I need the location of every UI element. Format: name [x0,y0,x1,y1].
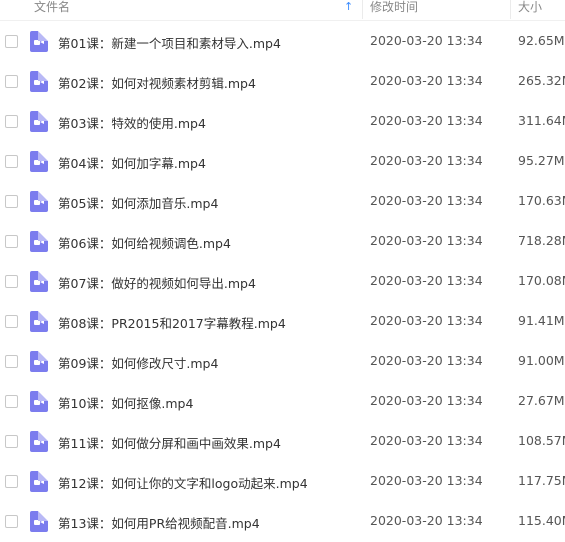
file-mtime: 2020-03-20 13:34 [370,473,483,488]
file-row[interactable]: 第09课：如何修改尺寸.mp4 2020-03-20 13:34 91.00M [0,342,565,382]
file-row[interactable]: 第08课：PR2015和2017字幕教程.mp4 2020-03-20 13:34… [0,302,565,342]
video-file-icon [30,31,48,52]
file-name[interactable]: 第01课：新建一个项目和素材导入.mp4 [58,33,281,52]
row-checkbox[interactable] [5,475,18,488]
column-divider[interactable] [510,0,511,19]
column-header-name[interactable]: 文件名 [34,0,70,14]
column-header-size[interactable]: 大小 [518,0,542,14]
file-mtime: 2020-03-20 13:34 [370,433,483,448]
file-name[interactable]: 第11课：如何做分屏和画中画效果.mp4 [58,433,281,452]
file-name[interactable]: 第03课：特效的使用.mp4 [58,113,206,132]
video-file-icon [30,271,48,292]
file-row[interactable]: 第11课：如何做分屏和画中画效果.mp4 2020-03-20 13:34 108.… [0,422,565,462]
file-size: 91.41M [518,313,565,328]
file-row[interactable]: 第07课：做好的视频如何导出.mp4 2020-03-20 13:34 170.08… [0,262,565,302]
file-mtime: 2020-03-20 13:34 [370,233,483,248]
video-file-icon [30,111,48,132]
file-row[interactable]: 第01课：新建一个项目和素材导入.mp4 2020-03-20 13:34 92.6… [0,22,565,62]
row-checkbox[interactable] [5,435,18,448]
file-list-header: 文件名 ↑ 修改时间 大小 [0,0,565,21]
file-row[interactable]: 第05课：如何添加音乐.mp4 2020-03-20 13:34 170.63M [0,182,565,222]
video-file-icon [30,431,48,452]
row-checkbox[interactable] [5,395,18,408]
file-mtime: 2020-03-20 13:34 [370,193,483,208]
file-row[interactable]: 第03课：特效的使用.mp4 2020-03-20 13:34 311.64M [0,102,565,142]
file-mtime: 2020-03-20 13:34 [370,153,483,168]
file-size: 117.75M [518,473,565,488]
file-size: 108.57M [518,433,565,448]
video-file-icon [30,511,48,532]
row-checkbox[interactable] [5,195,18,208]
row-checkbox[interactable] [5,235,18,248]
file-size: 311.64M [518,113,565,128]
file-size: 170.08M [518,273,565,288]
column-header-mtime[interactable]: 修改时间 [370,0,418,14]
row-checkbox[interactable] [5,275,18,288]
file-mtime: 2020-03-20 13:34 [370,513,483,528]
column-divider[interactable] [362,0,363,19]
file-name[interactable]: 第12课：如何让你的文字和logo动起来.mp4 [58,473,308,492]
file-mtime: 2020-03-20 13:34 [370,353,483,368]
file-name[interactable]: 第05课：如何添加音乐.mp4 [58,193,218,212]
file-size: 115.40M [518,513,565,528]
video-file-icon [30,351,48,372]
file-size: 91.00M [518,353,565,368]
file-name[interactable]: 第10课：如何抠像.mp4 [58,393,193,412]
video-file-icon [30,471,48,492]
file-size: 718.28M [518,233,565,248]
file-size: 27.67M [518,393,565,408]
row-checkbox[interactable] [5,155,18,168]
file-size: 170.63M [518,193,565,208]
file-size: 92.65M [518,33,565,48]
file-row[interactable]: 第02课：如何对视频素材剪辑.mp4 2020-03-20 13:34 265.32… [0,62,565,102]
video-file-icon [30,151,48,172]
video-file-icon [30,191,48,212]
video-file-icon [30,391,48,412]
file-row[interactable]: 第04课：如何加字幕.mp4 2020-03-20 13:34 95.27M [0,142,565,182]
row-checkbox[interactable] [5,35,18,48]
file-name[interactable]: 第06课：如何给视频调色.mp4 [58,233,231,252]
file-name[interactable]: 第07课：做好的视频如何导出.mp4 [58,273,256,292]
sort-arrow-icon[interactable]: ↑ [344,0,353,14]
file-mtime: 2020-03-20 13:34 [370,393,483,408]
row-checkbox[interactable] [5,515,18,528]
video-file-icon [30,71,48,92]
file-row[interactable]: 第12课：如何让你的文字和logo动起来.mp4 2020-03-20 13:34… [0,462,565,502]
video-file-icon [30,311,48,332]
row-checkbox[interactable] [5,75,18,88]
file-mtime: 2020-03-20 13:34 [370,33,483,48]
video-file-icon [30,231,48,252]
file-row[interactable]: 第10课：如何抠像.mp4 2020-03-20 13:34 27.67M [0,382,565,422]
file-size: 95.27M [518,153,565,168]
file-mtime: 2020-03-20 13:34 [370,273,483,288]
row-checkbox[interactable] [5,115,18,128]
file-name[interactable]: 第04课：如何加字幕.mp4 [58,153,206,172]
file-size: 265.32M [518,73,565,88]
file-mtime: 2020-03-20 13:34 [370,313,483,328]
file-row[interactable]: 第13课：如何用PR给视频配音.mp4 2020-03-20 13:34 115.4… [0,502,565,542]
file-mtime: 2020-03-20 13:34 [370,113,483,128]
row-checkbox[interactable] [5,315,18,328]
file-row[interactable]: 第06课：如何给视频调色.mp4 2020-03-20 13:34 718.28M [0,222,565,262]
file-name[interactable]: 第08课：PR2015和2017字幕教程.mp4 [58,313,286,332]
file-name[interactable]: 第02课：如何对视频素材剪辑.mp4 [58,73,256,92]
file-name[interactable]: 第09课：如何修改尺寸.mp4 [58,353,218,372]
row-checkbox[interactable] [5,355,18,368]
file-mtime: 2020-03-20 13:34 [370,73,483,88]
